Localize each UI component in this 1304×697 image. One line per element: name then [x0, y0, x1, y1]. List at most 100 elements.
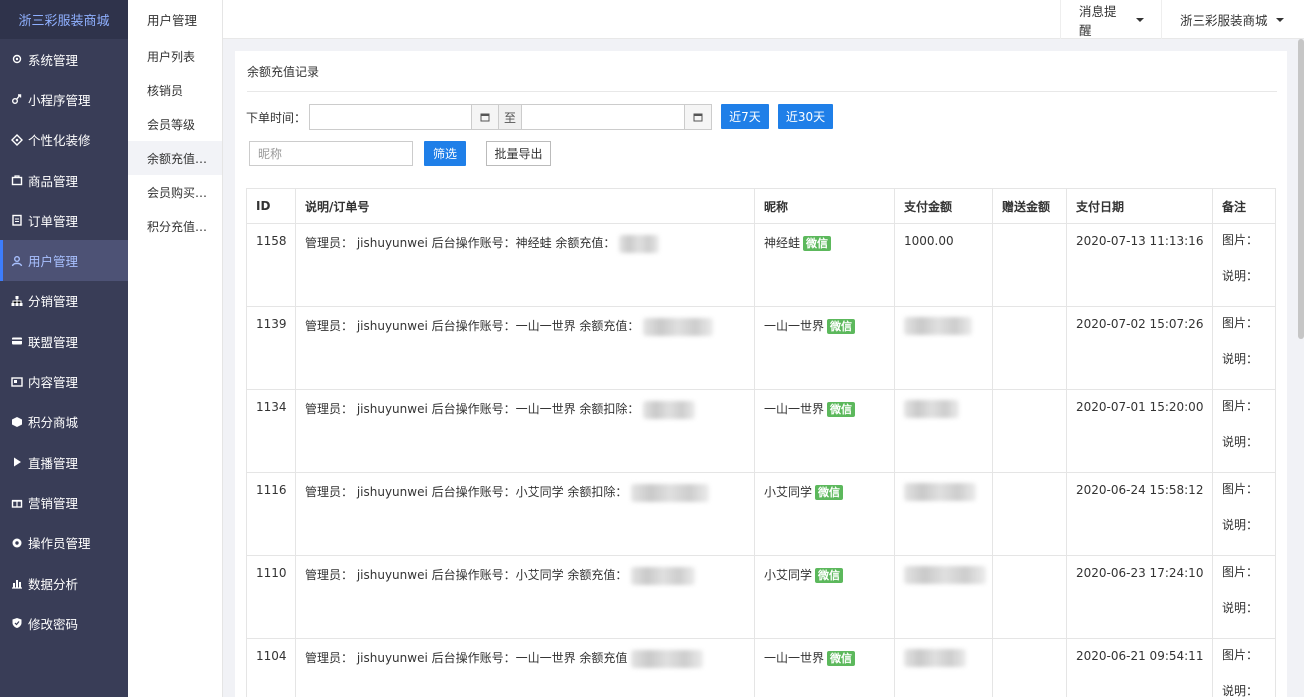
divider [247, 91, 1277, 92]
store-dropdown[interactable]: 浙三彩服装商城 [1161, 0, 1304, 39]
remark-note-label: 说明： [1222, 435, 1259, 449]
cell-pay-amount [894, 638, 993, 697]
sidebar-item[interactable]: 积分商城 [0, 402, 128, 442]
sidebar-item-label: 内容管理 [28, 375, 79, 391]
sub-sidebar-title: 用户管理 [147, 13, 198, 28]
redacted-amount [643, 317, 714, 336]
notifications-dropdown[interactable]: 消息提醒 [1060, 0, 1162, 39]
sidebar-item[interactable]: 数据分析 [0, 563, 128, 603]
remark-note-label: 说明： [1222, 684, 1259, 697]
store-label: 浙三彩服装商城 [1180, 13, 1268, 28]
cell-gift-amount [992, 223, 1067, 307]
recharge-table: ID 说明/订单号 昵称 支付金额 赠送金额 支付日期 备注 1158 管理员： jishuy… [246, 188, 1276, 697]
sidebar-item[interactable]: 订单管理 [0, 200, 128, 240]
table-row: 1139 管理员： jishuyunwei 后台操作账号：一山一世界 余额充值： 一… [246, 306, 1276, 390]
description-text: 管理员： jishuyunwei 后台操作账号：小艾同学 余额充值： [305, 568, 628, 582]
sidebar-item-label: 分销管理 [28, 294, 79, 310]
remark-image-label: 图片： [1222, 316, 1259, 330]
sidebar-item[interactable]: 用户管理 [0, 240, 128, 281]
sidebar-item[interactable]: 营销管理 [0, 482, 128, 522]
sidebar-item[interactable]: 分销管理 [0, 281, 128, 321]
end-date-input[interactable] [521, 104, 685, 130]
sidebar-item-label: 修改密码 [28, 616, 79, 632]
sub-sidebar-menu: 用户列表 核销员 会员等级 余额充值… 会员购买… 积分充值… [128, 39, 222, 243]
nickname-text: 一山一世界 [764, 319, 825, 333]
top-header: 消息提醒 浙三彩服装商城 [223, 0, 1304, 39]
remark-note-label: 说明： [1222, 269, 1259, 283]
cell-remark: 图片： 说明： [1212, 223, 1276, 307]
wechat-badge: 微信 [827, 402, 856, 417]
sidebar-item[interactable]: 内容管理 [0, 361, 128, 401]
table-row: 1104 管理员： jishuyunwei 后台操作账号：一山一世界 余额充值 一山… [246, 638, 1276, 697]
sidebar-item[interactable]: 系统管理 [0, 39, 128, 79]
sidebar-item[interactable]: 个性化装修 [0, 120, 128, 160]
start-calendar-button[interactable] [471, 104, 499, 130]
shield-icon [10, 616, 24, 630]
cell-nickname: 一山一世界 微信 [754, 389, 895, 473]
cell-pay-date: 2020-07-02 15:07:26 [1066, 306, 1213, 390]
cell-id: 1134 [246, 389, 296, 473]
description-text: 管理员： jishuyunwei 后台操作账号：一山一世界 余额充值 [305, 651, 628, 665]
brand-title[interactable]: 浙三彩服装商城 [0, 0, 128, 39]
column-header: 说明/订单号 [295, 188, 755, 224]
cell-description: 管理员： jishuyunwei 后台操作账号：小艾同学 余额充值： [295, 555, 755, 639]
sidebar-item[interactable]: 操作员管理 [0, 523, 128, 563]
cell-remark: 图片： 说明： [1212, 306, 1276, 390]
column-header: ID [246, 188, 296, 224]
clipboard-icon [10, 213, 24, 227]
wechat-badge: 微信 [803, 236, 832, 251]
sub-sidebar-item[interactable]: 会员等级 [128, 107, 222, 141]
filter-button[interactable]: 筛选 [424, 141, 466, 166]
cell-gift-amount [992, 555, 1067, 639]
cell-nickname: 小艾同学 微信 [754, 472, 895, 556]
cell-id: 1110 [246, 555, 296, 639]
cell-remark: 图片： 说明： [1212, 389, 1276, 473]
batch-export-button[interactable]: 批量导出 [486, 141, 551, 166]
column-header: 支付日期 [1066, 188, 1213, 224]
sidebar-item[interactable]: 直播管理 [0, 442, 128, 482]
page-scrollbar[interactable] [1298, 39, 1304, 339]
cell-nickname: 一山一世界 微信 [754, 306, 895, 390]
sidebar-item[interactable]: 小程序管理 [0, 79, 128, 119]
end-calendar-button[interactable] [684, 104, 712, 130]
cell-nickname: 一山一世界 微信 [754, 638, 895, 697]
sub-sidebar: 用户管理 用户列表 核销员 会员等级 余额充值… 会员购买… 积分充值… [128, 0, 223, 697]
sub-sidebar-item[interactable]: 余额充值… [128, 141, 222, 175]
sidebar-item[interactable]: 联盟管理 [0, 321, 128, 361]
last-30-days-button[interactable]: 近30天 [778, 104, 833, 129]
main-panel: 余额充值记录 下单时间： 至 近7天 近30天 筛选 批量导出 ID说明/订单号… [235, 51, 1287, 697]
redacted-amount [619, 234, 660, 253]
remark-image-label: 图片： [1222, 482, 1259, 496]
wechat-badge: 微信 [827, 651, 856, 666]
start-date-input[interactable] [309, 104, 472, 130]
cell-pay-date: 2020-06-23 17:24:10 [1066, 555, 1213, 639]
cell-description: 管理员： jishuyunwei 后台操作账号：小艾同学 余额扣除： [295, 472, 755, 556]
sub-sidebar-item[interactable]: 用户列表 [128, 39, 222, 73]
cell-id: 1158 [246, 223, 296, 307]
nickname-input[interactable] [249, 141, 413, 166]
cell-gift-amount [992, 306, 1067, 390]
sub-sidebar-item[interactable]: 核销员 [128, 73, 222, 107]
cog-icon [10, 536, 24, 550]
sidebar-item[interactable]: 商品管理 [0, 160, 128, 200]
redacted-amount [904, 400, 959, 418]
sidebar-item[interactable]: 修改密码 [0, 603, 128, 643]
remark-image-label: 图片： [1222, 399, 1259, 413]
sub-sidebar-item[interactable]: 积分充值… [128, 209, 222, 243]
cell-nickname: 神经蛙 微信 [754, 223, 895, 307]
cell-pay-amount [894, 306, 993, 390]
nickname-text: 神经蛙 [764, 236, 801, 250]
sidebar-item-label: 小程序管理 [28, 92, 91, 108]
calendar-icon [480, 113, 490, 122]
nickname-text: 一山一世界 [764, 402, 825, 416]
user-icon [10, 254, 24, 268]
redacted-amount [904, 566, 986, 584]
cell-gift-amount [992, 389, 1067, 473]
cell-description: 管理员： jishuyunwei 后台操作账号：一山一世界 余额充值 [295, 638, 755, 697]
sub-sidebar-item[interactable]: 会员购买… [128, 175, 222, 209]
description-text: 管理员： jishuyunwei 后台操作账号：小艾同学 余额扣除： [305, 485, 628, 499]
gear-icon [10, 52, 24, 66]
last-7-days-button[interactable]: 近7天 [721, 104, 769, 129]
order-time-label: 下单时间： [246, 111, 307, 125]
sidebar-item-label: 个性化装修 [28, 133, 91, 149]
